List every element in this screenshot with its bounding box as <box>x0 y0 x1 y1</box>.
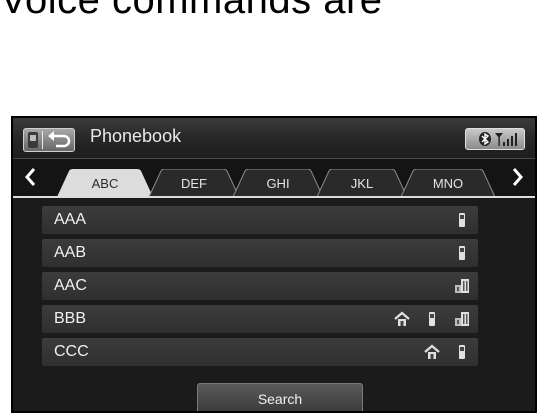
contact-list: AAA AAB AAC BBB CCC <box>42 206 478 371</box>
contact-name: AAB <box>54 244 87 261</box>
home-icon <box>394 311 410 326</box>
page-title: Phonebook <box>90 126 182 146</box>
chevron-right-icon[interactable] <box>505 162 529 192</box>
chevron-left-icon[interactable] <box>19 162 43 192</box>
phonebook-screen: Phonebook ABC DEF GHI JKL MNO AAA AAB AA… <box>11 116 537 413</box>
number-type-icons <box>394 309 470 329</box>
contact-name: CCC <box>54 343 89 360</box>
header-bar: Phonebook <box>13 118 535 159</box>
list-item[interactable]: CCC <box>42 338 478 366</box>
list-item[interactable]: AAC <box>42 272 478 300</box>
search-button[interactable]: Search <box>197 383 363 411</box>
tab-label: MNO <box>432 176 464 191</box>
tab-jkl[interactable]: JKL <box>317 169 407 197</box>
contact-name: BBB <box>54 310 87 327</box>
tab-label: GHI <box>266 176 290 191</box>
home-icon <box>424 344 440 359</box>
office-icon <box>455 279 469 293</box>
tab-abc[interactable]: ABC <box>57 169 153 197</box>
mobile-icon <box>459 345 465 359</box>
number-type-icons <box>454 243 470 263</box>
tab-def[interactable]: DEF <box>149 169 239 197</box>
status-indicator <box>465 128 525 150</box>
page-heading: Voice commands are <box>0 0 383 22</box>
tab-label: ABC <box>91 176 119 191</box>
contact-name: AAC <box>54 277 87 294</box>
signal-strength-icon <box>495 133 517 146</box>
tab-ghi[interactable]: GHI <box>233 169 323 197</box>
office-icon <box>455 312 469 326</box>
number-type-icons <box>424 342 470 362</box>
number-type-icons <box>454 276 470 296</box>
tab-label: JKL <box>350 176 374 191</box>
tab-mno[interactable]: MNO <box>401 169 495 197</box>
tab-baseline <box>13 196 535 198</box>
contact-name: AAA <box>54 211 87 228</box>
back-arrow-icon <box>48 131 71 148</box>
list-item[interactable]: BBB <box>42 305 478 333</box>
phone-icon <box>28 132 38 148</box>
mobile-icon <box>459 246 465 260</box>
list-item[interactable]: AAB <box>42 239 478 267</box>
button-divider <box>42 131 43 149</box>
tab-label: DEF <box>181 176 207 191</box>
tab-bar: ABC DEF GHI JKL MNO <box>13 159 535 198</box>
number-type-icons <box>454 210 470 230</box>
list-item[interactable]: AAA <box>42 206 478 234</box>
mobile-icon <box>429 312 435 326</box>
mobile-icon <box>459 213 465 227</box>
back-button[interactable] <box>23 128 75 152</box>
